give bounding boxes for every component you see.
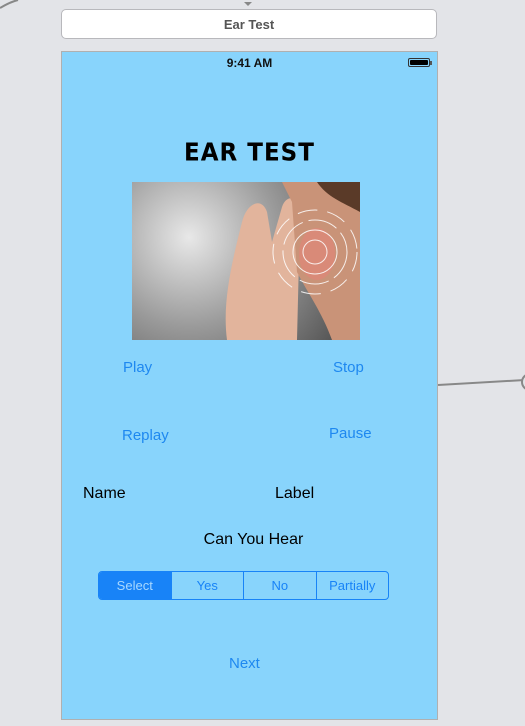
answer-segmented-control[interactable]: Select Yes No Partially [98, 571, 389, 600]
ear-image [132, 182, 360, 340]
status-time: 9:41 AM [226, 56, 273, 70]
question-label: Can You Hear [203, 531, 304, 548]
value-label: Label [275, 485, 315, 502]
pause-button[interactable]: Pause [329, 425, 372, 442]
next-button[interactable]: Next [229, 655, 260, 672]
scene-title-bar[interactable]: Ear Test [61, 9, 437, 39]
view-controller-screen: 9:41 AM EAR TEST Play Stop Replay Pause … [61, 51, 438, 720]
battery-full-icon [408, 58, 432, 67]
scene-title: Ear Test [223, 16, 275, 32]
name-label: Name [83, 485, 126, 502]
segment-select[interactable]: Select [99, 572, 171, 599]
stop-button[interactable]: Stop [333, 359, 364, 376]
segment-partially[interactable]: Partially [315, 572, 389, 599]
segment-no[interactable]: No [243, 572, 316, 599]
segment-yes[interactable]: Yes [170, 572, 244, 599]
replay-button[interactable]: Replay [122, 427, 169, 444]
page-title: EAR TEST [184, 138, 315, 168]
play-button[interactable]: Play [123, 359, 152, 376]
